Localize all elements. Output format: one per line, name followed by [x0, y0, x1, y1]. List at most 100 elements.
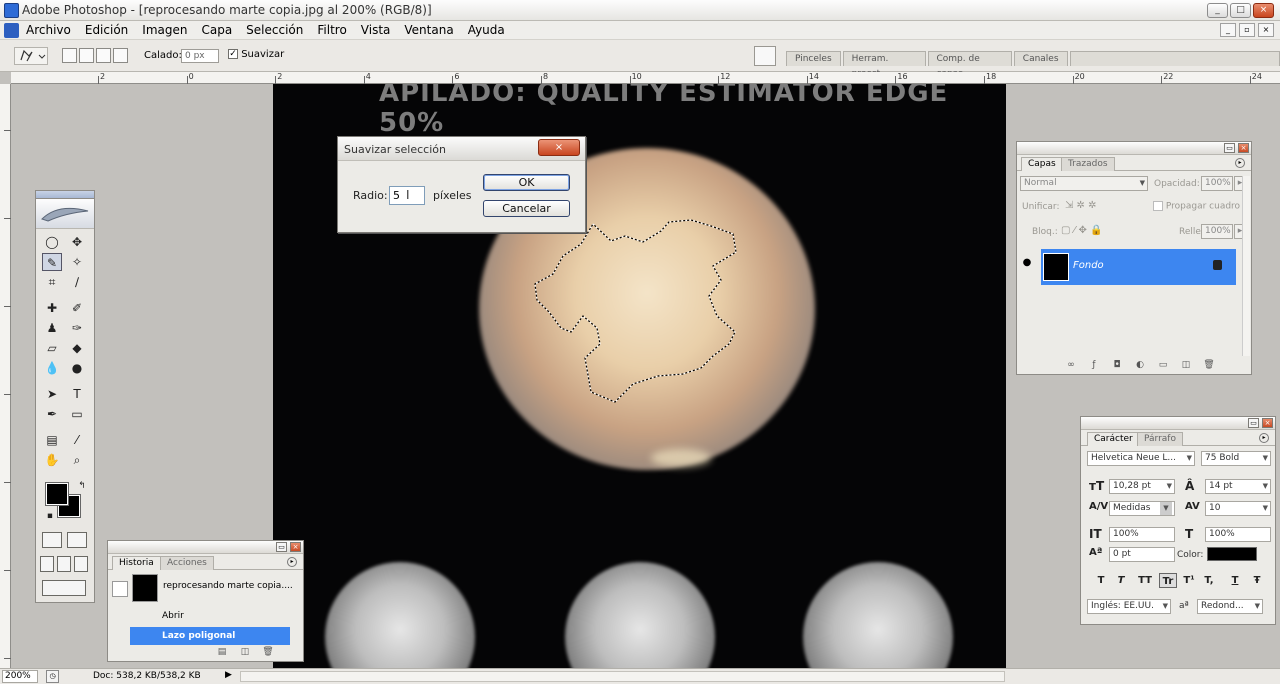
font-size-input[interactable]: 10,28 pt ▼: [1109, 479, 1175, 494]
status-info-icon[interactable]: ◷: [46, 670, 59, 683]
horizontal-scrollbar[interactable]: [240, 671, 1005, 682]
clone-stamp-icon[interactable]: ♟: [42, 319, 62, 337]
adjustment-layer-icon[interactable]: ◐: [1134, 360, 1146, 371]
slice-tool-icon[interactable]: ∕: [67, 273, 87, 291]
tab-trazados[interactable]: Trazados: [1061, 157, 1115, 171]
new-group-icon[interactable]: ▭: [1157, 360, 1169, 371]
menu-imagen[interactable]: Imagen: [142, 23, 187, 37]
close-button[interactable]: ×: [1253, 3, 1274, 18]
well-tab-brushes[interactable]: Pinceles: [786, 51, 841, 66]
blend-mode-select[interactable]: Normal ▼: [1020, 176, 1148, 191]
add-selection-icon[interactable]: [79, 48, 94, 63]
feather-input[interactable]: 0 px: [181, 49, 219, 63]
history-menu-icon[interactable]: ▸: [287, 557, 297, 567]
kerning-select[interactable]: Medidas ▼: [1109, 501, 1175, 516]
underline-button[interactable]: T: [1227, 573, 1243, 588]
snapshot-thumbnail[interactable]: [132, 574, 158, 602]
cancel-button[interactable]: Cancelar: [483, 200, 570, 217]
link-layers-icon[interactable]: ∞: [1065, 360, 1077, 371]
screen-mode-standard-icon[interactable]: [40, 556, 54, 572]
delete-state-icon[interactable]: 🗑: [262, 647, 274, 658]
zoom-tool-icon[interactable]: ⌕: [67, 451, 87, 469]
menu-seleccion[interactable]: Selección: [246, 23, 303, 37]
magic-wand-icon[interactable]: ✧: [67, 253, 87, 271]
antialias-method-select[interactable]: Redond... ▼: [1197, 599, 1263, 614]
horizontal-scale-input[interactable]: 100%: [1205, 527, 1271, 542]
pen-tool-icon[interactable]: ✒: [42, 405, 62, 423]
polygonal-lasso-tool-icon[interactable]: ✎: [42, 253, 62, 271]
tab-parrafo[interactable]: Párrafo: [1137, 432, 1183, 446]
brush-tool-icon[interactable]: ✐: [67, 299, 87, 317]
doc-close-button[interactable]: ×: [1258, 23, 1274, 37]
foreground-color-swatch[interactable]: [45, 482, 69, 506]
history-step-lazo[interactable]: Lazo poligonal: [130, 627, 290, 645]
minimize-button[interactable]: _: [1207, 3, 1228, 18]
layers-scrollbar[interactable]: [1242, 176, 1250, 356]
faux-italic-button[interactable]: T: [1113, 573, 1129, 588]
tracking-input[interactable]: 10 ▼: [1205, 501, 1271, 516]
layers-menu-icon[interactable]: ▸: [1235, 158, 1245, 168]
status-menu-arrow[interactable]: ▶: [225, 670, 232, 680]
character-close-icon[interactable]: ×: [1262, 418, 1273, 428]
intersect-selection-icon[interactable]: [113, 48, 128, 63]
layer-visibility-eye-icon[interactable]: ●: [1020, 257, 1034, 271]
menu-edicion[interactable]: Edición: [85, 23, 128, 37]
tool-preset-picker[interactable]: [14, 47, 48, 65]
notes-tool-icon[interactable]: ▤: [42, 431, 62, 449]
opacity-input[interactable]: 100%: [1201, 176, 1233, 191]
eraser-tool-icon[interactable]: ▱: [42, 339, 62, 357]
history-close-icon[interactable]: ×: [290, 542, 301, 552]
hand-tool-icon[interactable]: ✋: [42, 451, 62, 469]
delete-layer-icon[interactable]: 🗑: [1203, 360, 1215, 371]
layers-close-icon[interactable]: ×: [1238, 143, 1249, 153]
screen-mode-full-icon[interactable]: [74, 556, 88, 572]
feather-logo-icon[interactable]: [36, 199, 94, 229]
tab-caracter[interactable]: Carácter: [1087, 432, 1140, 446]
type-tool-icon[interactable]: T: [67, 385, 87, 403]
all-caps-button[interactable]: TT: [1135, 573, 1155, 588]
tab-capas[interactable]: Capas: [1021, 157, 1063, 171]
standard-mode-icon[interactable]: [42, 532, 62, 548]
snapshot-label[interactable]: reprocesando marte copia....: [163, 581, 293, 591]
subtract-selection-icon[interactable]: [96, 48, 111, 63]
tools-palette-titlebar[interactable]: [36, 191, 94, 199]
vertical-ruler[interactable]: [0, 84, 11, 668]
new-document-from-state-icon[interactable]: ▤: [216, 647, 228, 658]
text-color-swatch[interactable]: [1207, 547, 1257, 561]
small-caps-button[interactable]: Tr: [1159, 573, 1177, 588]
menu-filtro[interactable]: Filtro: [317, 23, 346, 37]
leading-input[interactable]: 14 pt ▼: [1205, 479, 1271, 494]
paint-bucket-icon[interactable]: ◆: [67, 339, 87, 357]
lock-icons[interactable]: ▢ ⁄ ✥ 🔒: [1061, 225, 1102, 236]
crop-tool-icon[interactable]: ⌗: [42, 273, 62, 291]
tab-acciones[interactable]: Acciones: [160, 556, 214, 570]
zoom-level-input[interactable]: 200%: [2, 670, 38, 683]
path-selection-icon[interactable]: ➤: [42, 385, 62, 403]
menu-archivo[interactable]: Archivo: [26, 23, 71, 37]
history-step-abrir[interactable]: Abrir: [114, 607, 290, 625]
palette-toggle-icon[interactable]: [754, 46, 776, 66]
layer-row-fondo[interactable]: Fondo: [1041, 249, 1236, 285]
superscript-button[interactable]: T¹: [1181, 573, 1197, 588]
language-select[interactable]: Inglés: EE.UU. ▼: [1087, 599, 1171, 614]
character-menu-icon[interactable]: ▸: [1259, 433, 1269, 443]
subscript-button[interactable]: T,: [1201, 573, 1217, 588]
dialog-titlebar[interactable]: Suavizar selección ×: [338, 137, 585, 161]
well-tab-channels[interactable]: Canales: [1013, 51, 1068, 66]
eyedropper-icon[interactable]: ⁄: [67, 431, 87, 449]
layers-minimize-icon[interactable]: ▭: [1224, 143, 1235, 153]
layer-style-icon[interactable]: ƒ: [1088, 360, 1100, 371]
history-minimize-icon[interactable]: ▭: [276, 542, 287, 552]
swap-colors-icon[interactable]: ↰: [72, 477, 92, 495]
history-brush-icon[interactable]: ✑: [67, 319, 87, 337]
maximize-button[interactable]: □: [1230, 3, 1251, 18]
move-tool-icon[interactable]: ✥: [67, 233, 87, 251]
menu-capa[interactable]: Capa: [201, 23, 232, 37]
menu-vista[interactable]: Vista: [361, 23, 391, 37]
blur-tool-icon[interactable]: 💧: [42, 359, 62, 377]
antialias-checkbox[interactable]: ✓: [228, 49, 238, 59]
doc-restore-button[interactable]: ▫: [1239, 23, 1255, 37]
fill-input[interactable]: 100%: [1201, 224, 1233, 239]
elliptical-marquee-icon[interactable]: ◯: [42, 233, 62, 251]
doc-minimize-button[interactable]: _: [1220, 23, 1236, 37]
